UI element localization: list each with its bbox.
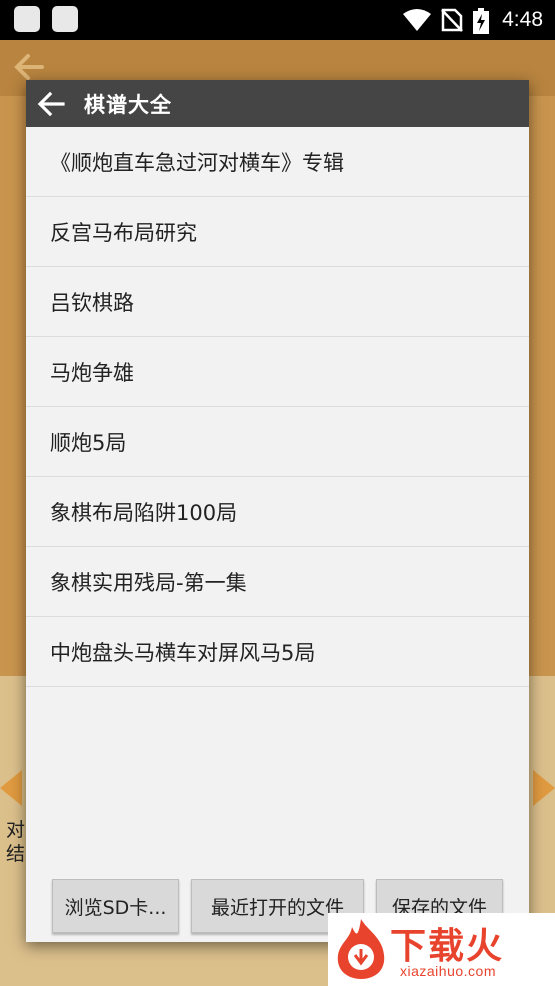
watermark: 下载火 xiazaihuo.com <box>328 913 555 986</box>
browse-sd-button[interactable]: 浏览SD卡... <box>52 879 179 933</box>
next-triangle-icon[interactable] <box>533 770 555 806</box>
back-arrow-icon[interactable] <box>12 52 46 82</box>
manual-library-dialog: 棋谱大全 《顺炮直车急过河对横车》专辑 反宫马布局研究 吕钦棋路 马炮争雄 顺炮… <box>26 80 529 942</box>
flame-logo-icon <box>337 919 385 979</box>
side-text: 对结 <box>6 819 26 865</box>
watermark-brand: 下载火 <box>390 926 505 967</box>
list-item[interactable]: 中炮盘头马横车对屏风马5局 <box>26 617 529 687</box>
battery-charging-icon <box>473 8 489 34</box>
status-bar: 4:48 <box>0 0 555 40</box>
notification-square-icon <box>52 6 78 32</box>
prev-triangle-icon[interactable] <box>0 770 22 806</box>
dialog-title: 棋谱大全 <box>84 93 172 117</box>
wifi-icon <box>403 9 431 31</box>
list-item[interactable]: 象棋布局陷阱100局 <box>26 477 529 547</box>
list-item[interactable]: 《顺炮直车急过河对横车》专辑 <box>26 127 529 197</box>
status-time: 4:48 <box>502 8 543 31</box>
watermark-url: xiazaihuo.com <box>400 963 496 979</box>
list-item[interactable]: 顺炮5局 <box>26 407 529 477</box>
list-item[interactable]: 象棋实用残局-第一集 <box>26 547 529 617</box>
notification-square-icon <box>14 6 40 32</box>
list-item[interactable]: 反宫马布局研究 <box>26 197 529 267</box>
back-arrow-icon[interactable] <box>36 90 66 118</box>
list-item[interactable]: 马炮争雄 <box>26 337 529 407</box>
no-sim-icon <box>441 8 463 32</box>
list-item[interactable]: 吕钦棋路 <box>26 267 529 337</box>
dialog-header: 棋谱大全 <box>26 80 529 127</box>
manual-list: 《顺炮直车急过河对横车》专辑 反宫马布局研究 吕钦棋路 马炮争雄 顺炮5局 象棋… <box>26 127 529 687</box>
